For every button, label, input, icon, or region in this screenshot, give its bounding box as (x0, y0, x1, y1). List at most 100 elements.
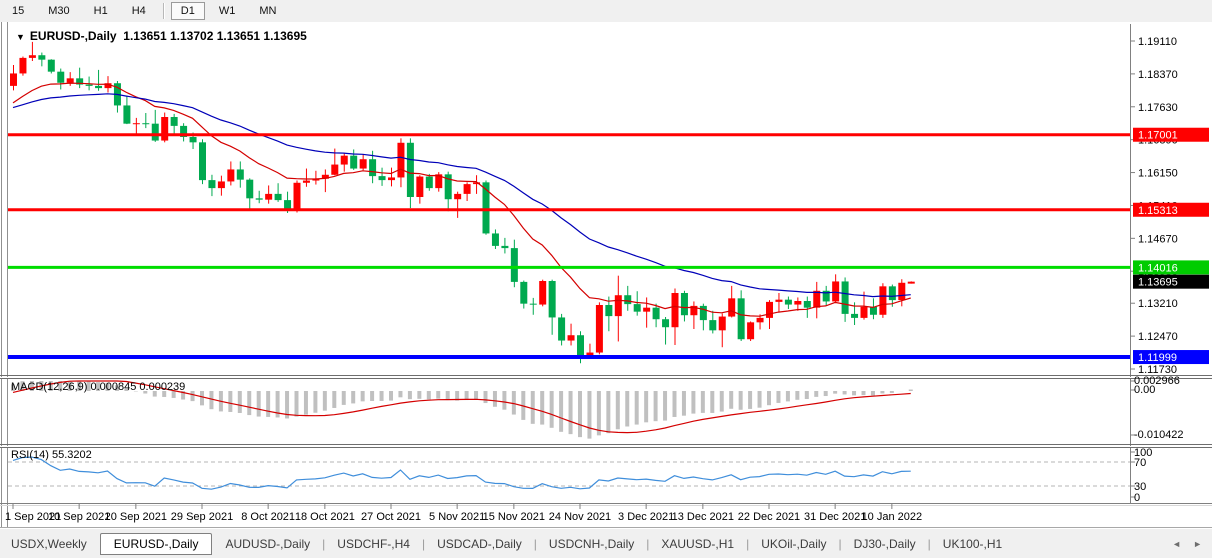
candle-body (643, 308, 650, 312)
candle-body (86, 85, 93, 86)
candle-body (416, 177, 423, 197)
candle-body (379, 176, 386, 180)
price-badge-label: 1.17001 (1138, 130, 1178, 142)
candle-body (672, 293, 679, 327)
candle-body (889, 286, 896, 300)
price-tick-label: 1.18370 (1138, 69, 1178, 81)
separator-macd-rsi[interactable] (0, 445, 1212, 448)
tab-dj30-daily[interactable]: DJ30-,Daily (843, 534, 927, 554)
candle-body (624, 295, 631, 304)
price-tick-label: 1.19110 (1138, 36, 1177, 48)
candle-body (275, 194, 282, 200)
price-tick-label: 1.14670 (1138, 233, 1178, 245)
candle-body (861, 307, 868, 318)
candle-body (568, 335, 575, 340)
timeframe-button-mn[interactable]: MN (249, 2, 286, 20)
date-tick-label: 10 Jan 2022 (862, 511, 923, 523)
timeframe-button-m30[interactable]: M30 (38, 2, 79, 20)
tab-xauusd-h1[interactable]: XAUUSD-,H1 (650, 534, 745, 554)
candle-body (152, 124, 159, 141)
timeframe-button-15[interactable]: 15 (2, 2, 34, 20)
candle-body (549, 281, 556, 317)
date-tick-label: 18 Oct 2021 (295, 511, 355, 523)
candle-body (227, 169, 234, 181)
candle-body (294, 183, 301, 211)
date-tick-label: 31 Dec 2021 (804, 511, 866, 523)
candle-body (454, 194, 461, 199)
candle-body (388, 177, 395, 180)
tab-usdx-weekly[interactable]: USDX,Weekly (0, 534, 98, 554)
candle-body (10, 73, 17, 85)
tab-usdcad-daily[interactable]: USDCAD-,Daily (426, 534, 533, 554)
candle-body (29, 55, 36, 58)
tab-uk100-h1[interactable]: UK100-,H1 (932, 534, 1013, 554)
timeframe-button-h4[interactable]: H4 (122, 2, 156, 20)
tab-scroll-right-icon[interactable]: ► (1193, 539, 1202, 549)
candle-body (341, 156, 348, 165)
date-tick-label: 20 Sep 2021 (105, 511, 167, 523)
candle-body (38, 55, 45, 59)
candle-body (350, 156, 357, 169)
candle-body (851, 314, 858, 318)
candle-body (662, 319, 669, 327)
chart-window: 1.191101.183701.176301.168901.161501.154… (0, 22, 1212, 528)
date-tick-label: 8 Oct 2021 (241, 511, 295, 523)
candle-body (813, 291, 820, 308)
candle-body (303, 181, 310, 183)
candle-body (360, 159, 367, 168)
candle-body (530, 304, 537, 305)
tab-ukoil-daily[interactable]: UKOil-,Daily (750, 534, 837, 554)
candle-body (256, 198, 263, 199)
timeframe-button-h1[interactable]: H1 (84, 2, 118, 20)
price-tick-label: 1.13210 (1138, 298, 1178, 310)
price-badge-label: 1.13695 (1138, 277, 1178, 289)
candle-body (757, 318, 764, 322)
candle-body (700, 306, 707, 320)
price-chart-canvas[interactable]: 1.191101.183701.176301.168901.161501.154… (0, 22, 1212, 528)
candle-body (596, 305, 603, 353)
candle-body (747, 322, 754, 339)
candle-body (67, 78, 74, 82)
chart-dropdown-arrow-icon[interactable]: ▼ (16, 32, 25, 42)
candle-body (48, 60, 55, 72)
candle-body (681, 293, 688, 315)
tab-usdchf-h4[interactable]: USDCHF-,H4 (326, 534, 421, 554)
candle-body (464, 184, 471, 194)
candle-body (265, 194, 272, 200)
candle-body (57, 72, 64, 83)
tab-audusd-daily[interactable]: AUDUSD-,Daily (214, 534, 321, 554)
rsi-indicator-label: RSI(14) 55.3202 (11, 449, 92, 461)
price-tick-label: 1.17630 (1138, 102, 1178, 114)
timeframe-button-d1[interactable]: D1 (171, 2, 205, 20)
candle-body (785, 300, 792, 305)
candle-body (369, 159, 376, 176)
macd-tick-label: -0.010422 (1134, 429, 1184, 441)
chart-title: ▼EURUSD-,Daily 1.13651 1.13702 1.13651 1… (16, 29, 307, 43)
timeframe-button-w1[interactable]: W1 (209, 2, 246, 20)
candle-body (719, 317, 726, 331)
tab-usdcnh-daily[interactable]: USDCNH-,Daily (538, 534, 645, 554)
candle-body (832, 281, 839, 301)
candle-body (605, 305, 612, 316)
price-badge-label: 1.15313 (1138, 205, 1178, 217)
price-badge-label: 1.14016 (1138, 262, 1178, 274)
tab-scroll-left-icon[interactable]: ◄ (1172, 539, 1181, 549)
rsi-tick-label: 70 (1134, 457, 1146, 469)
candle-body (775, 300, 782, 302)
candle-body (870, 307, 877, 315)
candle-body (842, 281, 849, 313)
price-tick-label: 1.12470 (1138, 331, 1178, 343)
candle-body (397, 143, 404, 178)
candle-body (738, 298, 745, 339)
tab-eurusd-daily[interactable]: EURUSD-,Daily (100, 533, 213, 555)
candle-body (634, 304, 641, 312)
date-tick-label: 3 Dec 2021 (618, 511, 674, 523)
chart-symbol-label: EURUSD-,Daily (30, 29, 117, 43)
candle-body (766, 302, 773, 318)
date-tick-label: 15 Nov 2021 (483, 511, 545, 523)
date-tick-label: 10 Sep 2021 (48, 511, 110, 523)
separator-main-macd[interactable] (0, 376, 1212, 379)
candle-body (728, 298, 735, 316)
candle-body (511, 248, 518, 282)
candle-body (95, 86, 102, 88)
